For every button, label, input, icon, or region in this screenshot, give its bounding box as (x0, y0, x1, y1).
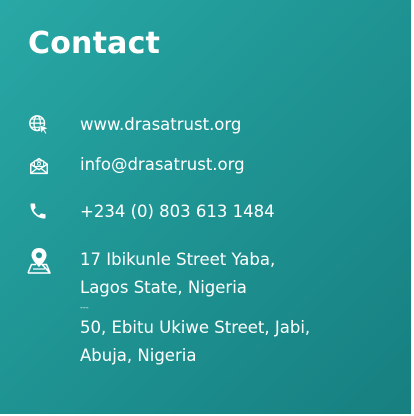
phone-link-text[interactable]: +234 (0) 803 613 1484 (80, 202, 275, 221)
contact-card: Contact www.drasatrust.org info@drasatru… (0, 0, 411, 414)
website-link[interactable]: www.drasatrust.org (80, 111, 241, 139)
address-line-4: Abuja, Nigeria (80, 346, 197, 365)
phone-link[interactable]: +234 (0) 803 613 1484 (80, 198, 275, 226)
website-link-text[interactable]: www.drasatrust.org (80, 115, 241, 134)
address-line-2: Lagos State, Nigeria (80, 278, 247, 297)
phone-icon (30, 203, 46, 219)
address-line-1: 17 Ibikunle Street Yaba, (80, 250, 276, 269)
map-pin-icon (27, 248, 51, 274)
mail-icon (30, 157, 48, 175)
address-separator: --- (80, 303, 89, 312)
contact-title: Contact (28, 26, 161, 61)
email-link[interactable]: info@drasatrust.org (80, 151, 245, 179)
address-block: 17 Ibikunle Street Yaba, Lagos State, Ni… (80, 246, 310, 370)
globe-cursor-icon (29, 115, 49, 135)
address-line-3: 50, Ebitu Ukiwe Street, Jabi, (80, 318, 311, 337)
email-link-text[interactable]: info@drasatrust.org (80, 155, 245, 174)
